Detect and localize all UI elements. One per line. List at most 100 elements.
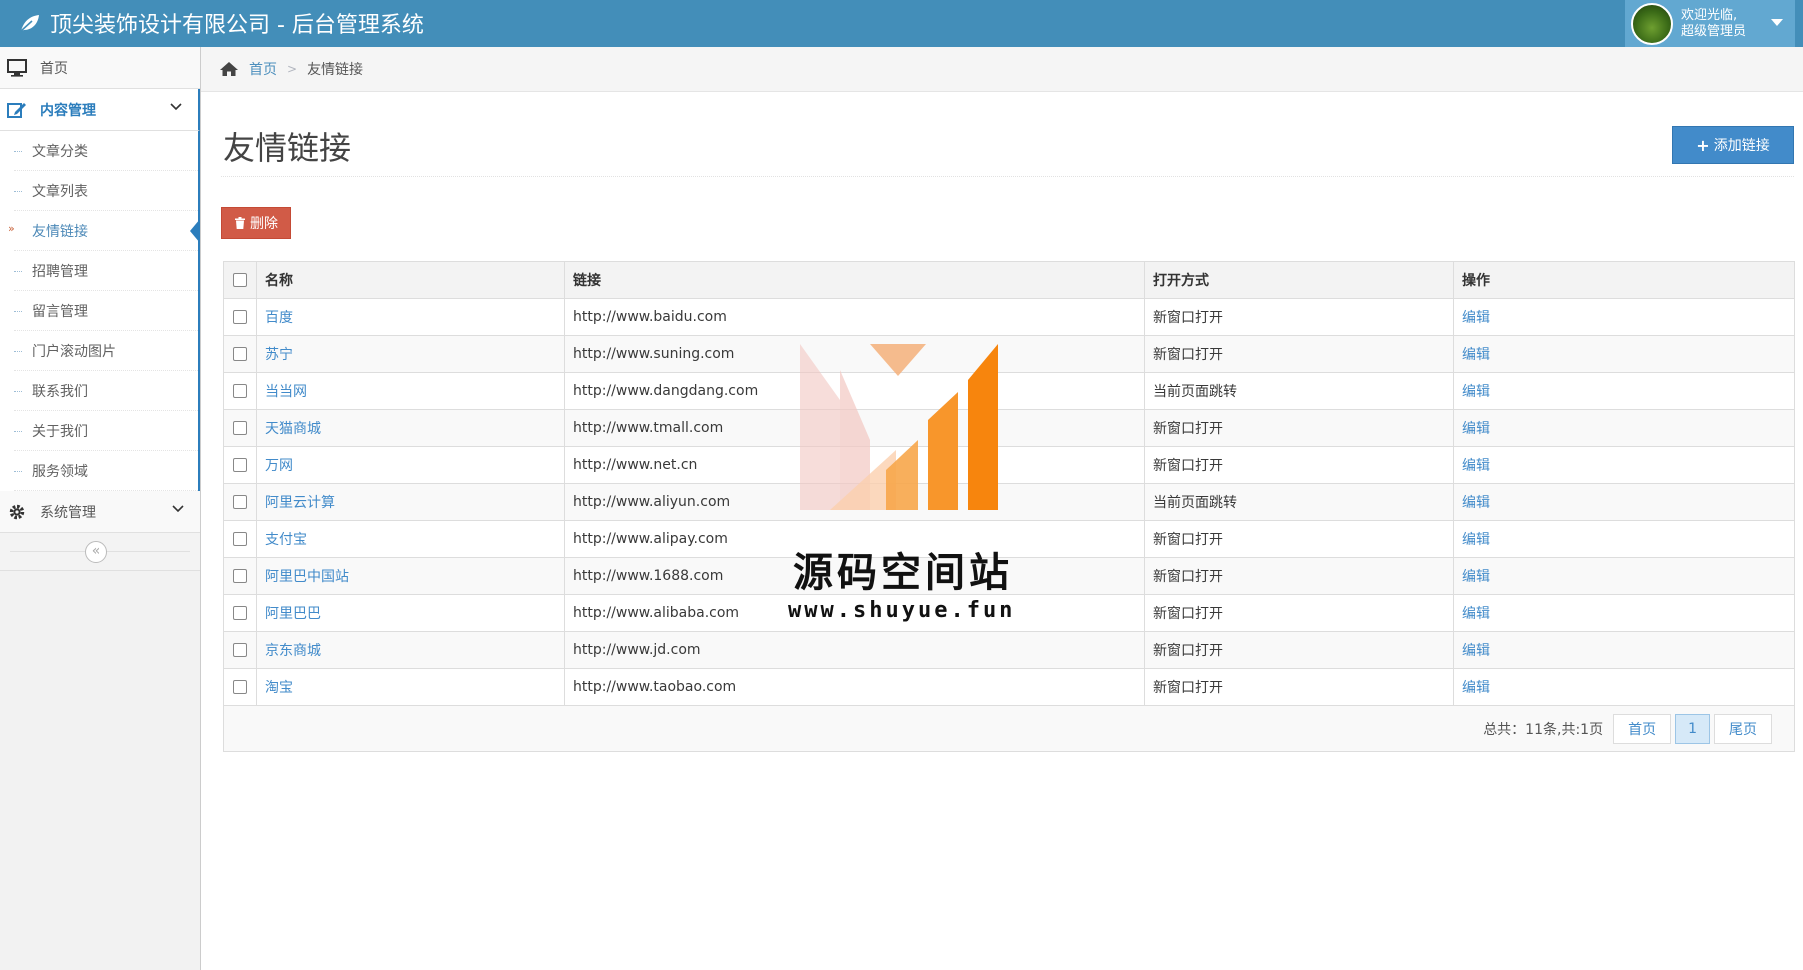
double-chevron-left-icon[interactable]: « xyxy=(85,541,107,563)
breadcrumb-separator-icon: > xyxy=(287,62,298,76)
row-checkbox[interactable] xyxy=(233,458,247,472)
link-name[interactable]: 当当网 xyxy=(265,384,307,400)
sidebar-subitem[interactable]: 联系我们 xyxy=(14,371,198,411)
row-select-cell xyxy=(223,483,257,521)
edit-link[interactable]: 编辑 xyxy=(1462,569,1490,585)
page-last-button[interactable]: 尾页 xyxy=(1714,713,1772,744)
welcome-text: 欢迎光临, xyxy=(1681,7,1738,23)
add-link-button[interactable]: + 添加链接 xyxy=(1672,126,1794,164)
col-name[interactable]: 名称 xyxy=(256,261,565,299)
cell-url: http://www.jd.com xyxy=(564,631,1145,669)
active-indicator-icon: » xyxy=(8,222,15,235)
cell-actions: 编辑 xyxy=(1453,372,1795,410)
row-checkbox[interactable] xyxy=(233,569,247,583)
cell-actions: 编辑 xyxy=(1453,298,1795,336)
link-name[interactable]: 淘宝 xyxy=(265,680,293,696)
link-name[interactable]: 天猫商城 xyxy=(265,421,321,437)
monitor-icon xyxy=(6,58,28,78)
link-name[interactable]: 阿里云计算 xyxy=(265,495,335,511)
table-row: 阿里云计算 http://www.aliyun.com 当前页面跳转 编辑 xyxy=(223,483,1795,521)
cell-name: 支付宝 xyxy=(256,520,565,558)
add-link-label: 添加链接 xyxy=(1713,138,1770,154)
row-select-cell xyxy=(223,409,257,447)
chevron-down-icon[interactable] xyxy=(170,103,182,111)
link-name[interactable]: 苏宁 xyxy=(265,347,293,363)
avatar[interactable] xyxy=(1631,2,1673,45)
col-actions: 操作 xyxy=(1453,261,1795,299)
cell-url: http://www.net.cn xyxy=(564,446,1145,484)
row-checkbox[interactable] xyxy=(233,421,247,435)
brand[interactable]: 顶尖装饰设计有限公司 - 后台管理系统 xyxy=(18,6,424,40)
page-current-button[interactable]: 1 xyxy=(1675,713,1710,744)
sidebar-item-system[interactable]: 系统管理 xyxy=(0,491,200,533)
breadcrumb-current: 友情链接 xyxy=(307,62,364,78)
edit-link[interactable]: 编辑 xyxy=(1462,643,1490,659)
col-open-mode[interactable]: 打开方式 xyxy=(1144,261,1454,299)
page-title: 友情链接 xyxy=(223,129,352,167)
cell-url: http://www.aliyun.com xyxy=(564,483,1145,521)
link-name[interactable]: 百度 xyxy=(265,310,293,326)
sidebar-subitem[interactable]: 服务领域 xyxy=(14,451,198,491)
sidebar-subitem-label: 友情链接 xyxy=(32,223,88,240)
edit-link[interactable]: 编辑 xyxy=(1462,680,1490,696)
link-name[interactable]: 京东商城 xyxy=(265,643,321,659)
link-name[interactable]: 支付宝 xyxy=(265,532,307,548)
gear-icon xyxy=(6,502,28,522)
breadcrumb: 首页 > 友情链接 xyxy=(201,47,1803,92)
edit-link[interactable]: 编辑 xyxy=(1462,606,1490,622)
edit-link[interactable]: 编辑 xyxy=(1462,347,1490,363)
table-row: 万网 http://www.net.cn 新窗口打开 编辑 xyxy=(223,446,1795,484)
select-all-checkbox[interactable] xyxy=(233,273,247,287)
sidebar-subitem[interactable]: 关于我们 xyxy=(14,411,198,451)
cell-open-mode: 新窗口打开 xyxy=(1144,520,1454,558)
user-menu[interactable]: 欢迎光临, 超级管理员 xyxy=(1625,0,1795,47)
sidebar-subitem[interactable]: 文章分类 xyxy=(14,131,198,171)
edit-link[interactable]: 编辑 xyxy=(1462,532,1490,548)
delete-button[interactable]: 删除 xyxy=(221,207,291,239)
edit-link[interactable]: 编辑 xyxy=(1462,310,1490,326)
page-first-button[interactable]: 首页 xyxy=(1613,713,1672,744)
breadcrumb-home-link[interactable]: 首页 xyxy=(249,59,277,79)
sidebar-subitem[interactable]: 门户滚动图片 xyxy=(14,331,198,371)
row-checkbox[interactable] xyxy=(233,643,247,657)
sidebar-subitem[interactable]: 留言管理 xyxy=(14,291,198,331)
cell-name: 苏宁 xyxy=(256,335,565,373)
row-select-cell xyxy=(223,631,257,669)
sidebar-item-content[interactable]: 内容管理 xyxy=(0,89,200,131)
cell-open-mode: 当前页面跳转 xyxy=(1144,372,1454,410)
link-name[interactable]: 阿里巴中国站 xyxy=(265,569,349,585)
sidebar-subitem[interactable]: » 友情链接 xyxy=(8,211,200,251)
row-checkbox[interactable] xyxy=(233,532,247,546)
edit-icon xyxy=(6,100,28,120)
cell-url: http://www.suning.com xyxy=(564,335,1145,373)
row-checkbox[interactable] xyxy=(233,310,247,324)
col-url[interactable]: 链接 xyxy=(564,261,1145,299)
edit-link[interactable]: 编辑 xyxy=(1462,495,1490,511)
sidebar-subitem-label: 门户滚动图片 xyxy=(32,343,116,360)
link-name[interactable]: 万网 xyxy=(265,458,293,474)
edit-link[interactable]: 编辑 xyxy=(1462,384,1490,400)
sidebar-subitem-label: 文章列表 xyxy=(32,183,88,200)
row-checkbox[interactable] xyxy=(233,680,247,694)
select-all-cell xyxy=(223,261,257,299)
row-checkbox[interactable] xyxy=(233,606,247,620)
row-checkbox[interactable] xyxy=(233,384,247,398)
edit-link[interactable]: 编辑 xyxy=(1462,421,1490,437)
sidebar-subitem[interactable]: 文章列表 xyxy=(14,171,198,211)
chevron-down-icon[interactable] xyxy=(172,505,184,513)
cell-name: 阿里云计算 xyxy=(256,483,565,521)
cell-actions: 编辑 xyxy=(1453,557,1795,595)
cell-actions: 编辑 xyxy=(1453,446,1795,484)
cell-actions: 编辑 xyxy=(1453,483,1795,521)
cell-url: http://www.baidu.com xyxy=(564,298,1145,336)
link-name[interactable]: 阿里巴巴 xyxy=(265,606,321,622)
cell-actions: 编辑 xyxy=(1453,520,1795,558)
row-checkbox[interactable] xyxy=(233,347,247,361)
caret-down-icon[interactable] xyxy=(1771,19,1783,26)
edit-link[interactable]: 编辑 xyxy=(1462,458,1490,474)
user-info: 欢迎光临, 超级管理员 xyxy=(1681,8,1746,40)
sidebar-item-home[interactable]: 首页 xyxy=(0,47,200,89)
sidebar-subitem[interactable]: 招聘管理 xyxy=(14,251,198,291)
sidebar-subitem-label: 关于我们 xyxy=(32,423,88,440)
row-checkbox[interactable] xyxy=(233,495,247,509)
